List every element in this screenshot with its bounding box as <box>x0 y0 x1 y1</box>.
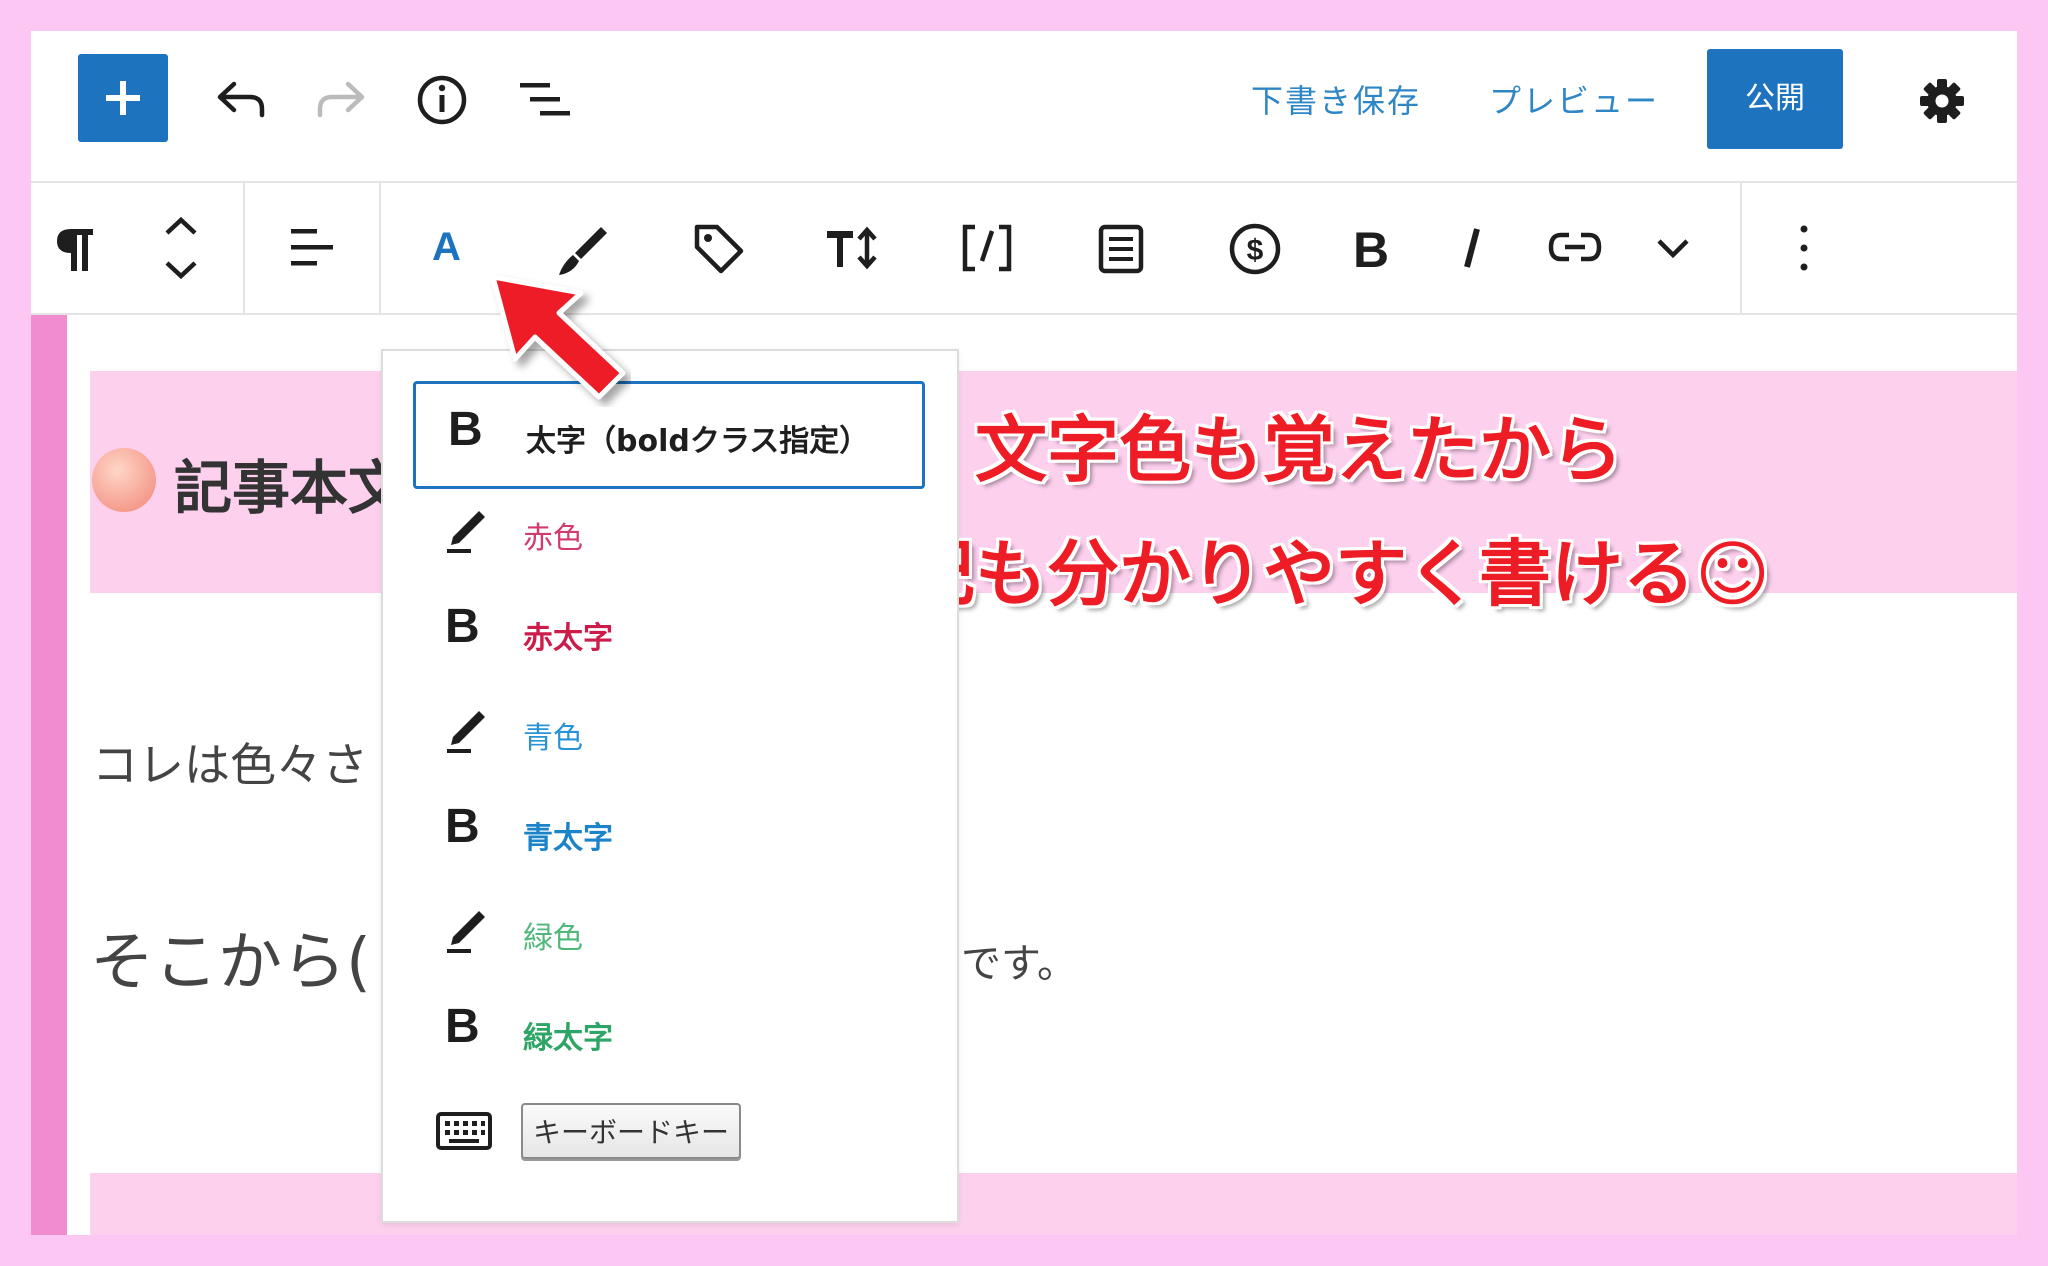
bold-icon: B <box>445 600 480 653</box>
pen-icon <box>447 911 485 953</box>
plus-icon <box>106 81 140 115</box>
menu-item-blue[interactable]: 青色 <box>413 681 925 781</box>
link-icon[interactable] <box>1545 227 1605 267</box>
paragraph-icon[interactable] <box>53 223 97 275</box>
preview-button[interactable]: プレビュー <box>1489 76 1659 122</box>
next-heading-block[interactable] <box>90 1173 2017 1235</box>
document-icon[interactable] <box>1095 221 1147 277</box>
paragraph-2-tail[interactable]: です。 <box>961 931 1077 989</box>
pen-icon <box>447 711 485 753</box>
tag-icon[interactable] <box>691 221 747 277</box>
chevron-down-icon[interactable] <box>1653 233 1693 263</box>
bold-icon: B <box>445 800 480 853</box>
block-toolbar: A $ B <box>31 183 2017 315</box>
menu-item-label: 青太字 <box>523 821 613 856</box>
format-dropdown-menu: B 太字（boldクラス指定） 赤色 B 赤太字 青色 B 青太字 緑色 B 緑… <box>381 349 959 1223</box>
svg-text:B: B <box>1353 223 1389 273</box>
menu-item-green-bold[interactable]: B 緑太字 <box>413 981 925 1081</box>
font-size-icon[interactable] <box>823 225 883 271</box>
menu-item-blue-bold[interactable]: B 青太字 <box>413 781 925 881</box>
shortcode-icon[interactable] <box>959 221 1015 275</box>
menu-item-label: 緑色 <box>523 921 583 956</box>
menu-item-label: 赤色 <box>523 521 583 556</box>
menu-item-red-bold[interactable]: B 赤太字 <box>413 581 925 681</box>
info-icon[interactable] <box>415 73 469 127</box>
annotation-line-1: 文字色も覚えたから <box>975 408 1624 492</box>
dollar-icon[interactable]: $ <box>1227 221 1283 277</box>
bold-icon: B <box>448 403 483 456</box>
toolbar-divider <box>243 183 245 313</box>
menu-item-red[interactable]: 赤色 <box>413 481 925 581</box>
paragraph-2[interactable]: そこから( <box>90 911 371 1003</box>
text-color-icon[interactable]: A <box>432 225 461 270</box>
menu-item-label: 緑太字 <box>523 1021 613 1056</box>
menu-item-green[interactable]: 緑色 <box>413 881 925 981</box>
keyboard-key-label: キーボードキー <box>521 1103 742 1159</box>
italic-icon[interactable] <box>1451 223 1491 273</box>
paragraph-1[interactable]: コレは色々さ <box>92 729 368 795</box>
menu-item-label: 太字（boldクラス指定） <box>526 424 870 459</box>
toolbar-divider <box>1740 183 1742 313</box>
toolbar-divider <box>379 183 381 313</box>
bold-icon[interactable]: B <box>1349 223 1395 273</box>
bold-icon: B <box>445 1000 480 1053</box>
menu-item-label: 青色 <box>523 721 583 756</box>
block-selection-stripe <box>31 315 67 1235</box>
annotation-line-2: 追記も分かりやすく書ける☺ <box>831 532 1771 616</box>
undo-icon[interactable] <box>214 77 268 121</box>
annotation-arrow-icon <box>490 274 626 400</box>
publish-button[interactable]: 公開 <box>1707 49 1843 149</box>
heading-bullet-icon <box>92 448 156 512</box>
pen-icon <box>447 511 485 553</box>
editor-header: 下書き保存 プレビュー 公開 <box>31 31 2017 183</box>
redo-icon[interactable] <box>314 77 368 121</box>
menu-item-label: 赤太字 <box>523 621 613 656</box>
add-block-button[interactable] <box>78 54 168 142</box>
svg-text:$: $ <box>1247 234 1264 267</box>
align-icon[interactable] <box>287 225 337 271</box>
menu-item-keyboard-key[interactable]: キーボードキー <box>413 1081 925 1181</box>
move-arrows-icon[interactable] <box>159 213 203 283</box>
editor-frame: 下書き保存 プレビュー 公開 A $ B 記事本文 コレは色々さ そこから(で… <box>31 31 2017 1235</box>
more-options-icon[interactable] <box>1797 221 1811 275</box>
gear-icon[interactable] <box>1915 74 1969 128</box>
save-draft-button[interactable]: 下書き保存 <box>1251 76 1421 122</box>
post-heading[interactable]: 記事本文 <box>174 441 406 525</box>
list-view-icon[interactable] <box>516 77 576 123</box>
keyboard-icon <box>436 1112 492 1150</box>
